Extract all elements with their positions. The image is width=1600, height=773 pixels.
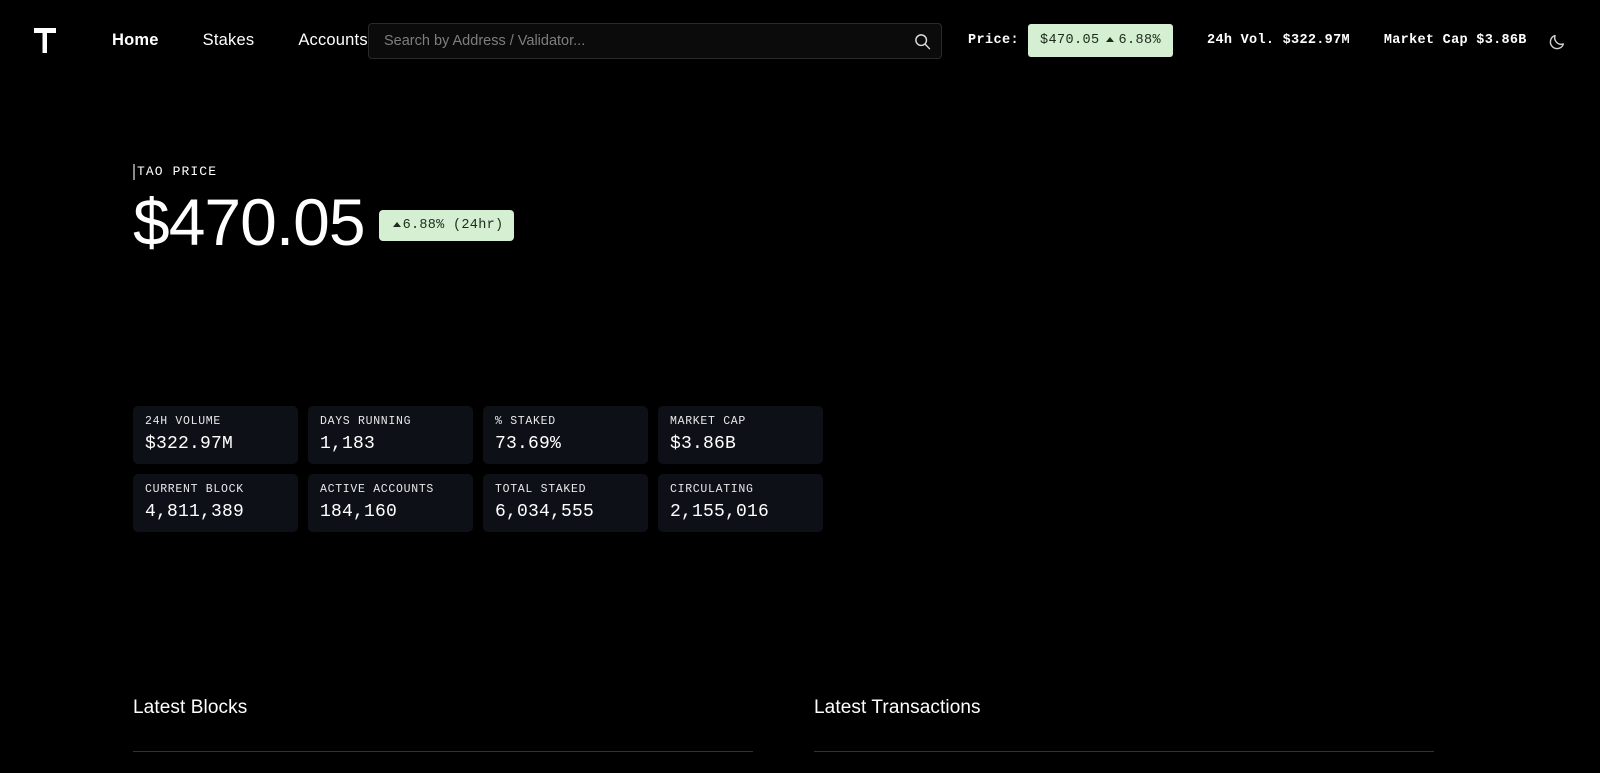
search-icon — [914, 33, 930, 49]
stat-card-label: % STAKED — [495, 415, 556, 428]
price-up-caret-icon — [1105, 37, 1114, 42]
stat-card-total-staked: TOTAL STAKED 6,034,555 — [483, 474, 648, 532]
tao-price-change-value: 6.88% (24hr) — [402, 217, 504, 233]
stat-card-value: 184,160 — [320, 502, 398, 522]
stat-card-24h-volume: 24H VOLUME $322.97M — [133, 406, 298, 464]
stat-card-label: TOTAL STAKED — [495, 483, 587, 496]
header-24h-volume: 24h Vol. $322.97M — [1207, 32, 1350, 48]
stat-card-label: DAYS RUNNING — [320, 415, 412, 428]
network-stat-cards: 24H VOLUME $322.97M DAYS RUNNING 1,183 %… — [133, 406, 823, 532]
nav-item-stakes-label: Stakes — [202, 30, 255, 49]
stat-card-value: 2,155,016 — [670, 502, 770, 522]
main-nav: Home Stakes Accounts — [90, 25, 390, 56]
stat-card-circulating: CIRCULATING 2,155,016 — [658, 474, 823, 532]
stat-card-value: $322.97M — [145, 434, 234, 454]
stat-card-label: MARKET CAP — [670, 415, 747, 428]
nav-item-accounts-label: Accounts — [298, 30, 368, 49]
nav-item-home[interactable]: Home — [90, 25, 181, 56]
stat-card-label: ACTIVE ACCOUNTS — [320, 483, 435, 496]
stat-card-label: CIRCULATING — [670, 483, 754, 496]
header-price-badge[interactable]: $470.05 6.88% — [1028, 23, 1174, 57]
moon-icon — [1549, 34, 1564, 49]
latest-blocks-divider — [133, 751, 753, 752]
tau-logo-icon[interactable] — [30, 23, 60, 57]
theme-toggle-button[interactable] — [1544, 28, 1570, 54]
stat-card-value: 73.69% — [495, 434, 562, 454]
stat-card-percent-staked: % STAKED 73.69% — [483, 406, 648, 464]
latest-transactions-divider — [814, 751, 1434, 752]
top-navigation-bar: Home Stakes Accounts Price: $470.05 — [0, 0, 1600, 80]
stat-card-current-block: CURRENT BLOCK 4,811,389 — [133, 474, 298, 532]
nav-item-home-label: Home — [112, 30, 159, 49]
stat-card-value: $3.86B — [670, 434, 737, 454]
page-root: Home Stakes Accounts Price: $470.05 — [0, 0, 1600, 773]
price-up-caret-icon — [392, 222, 401, 227]
latest-blocks-title: Latest Blocks — [133, 697, 248, 718]
latest-blocks-section: Latest Blocks — [133, 696, 753, 752]
stat-card-active-accounts: ACTIVE ACCOUNTS 184,160 — [308, 474, 473, 532]
tao-price-value: $470.05 — [133, 185, 366, 259]
header-market-stats: Price: $470.05 6.88% 24h Vol. $322.97M M… — [968, 0, 1527, 80]
search-input[interactable] — [369, 33, 903, 49]
stat-card-value: 6,034,555 — [495, 502, 595, 522]
search-button[interactable] — [903, 25, 941, 57]
stat-card-market-cap: MARKET CAP $3.86B — [658, 406, 823, 464]
header-price-change: 6.88% — [1118, 32, 1162, 48]
stat-card-days-running: DAYS RUNNING 1,183 — [308, 406, 473, 464]
stat-card-value: 1,183 — [320, 434, 376, 454]
header-price-label: Price: — [968, 32, 1020, 48]
search-bar[interactable] — [368, 23, 942, 59]
tao-price-row: $470.05 6.88% (24hr) — [133, 185, 515, 259]
latest-transactions-title: Latest Transactions — [814, 697, 981, 718]
tao-price-hero: TAO PRICE $470.05 6.88% (24hr) — [133, 164, 515, 259]
stat-card-label: 24H VOLUME — [145, 415, 222, 428]
header-market-cap: Market Cap $3.86B — [1383, 32, 1527, 48]
header-price-value: $470.05 — [1040, 32, 1100, 48]
tao-price-change-badge: 6.88% (24hr) — [378, 209, 515, 241]
latest-transactions-section: Latest Transactions — [814, 696, 1434, 752]
stat-card-label: CURRENT BLOCK — [145, 483, 244, 496]
tao-price-label: TAO PRICE — [133, 164, 514, 180]
nav-item-stakes[interactable]: Stakes — [181, 25, 277, 56]
stat-card-value: 4,811,389 — [145, 502, 245, 522]
